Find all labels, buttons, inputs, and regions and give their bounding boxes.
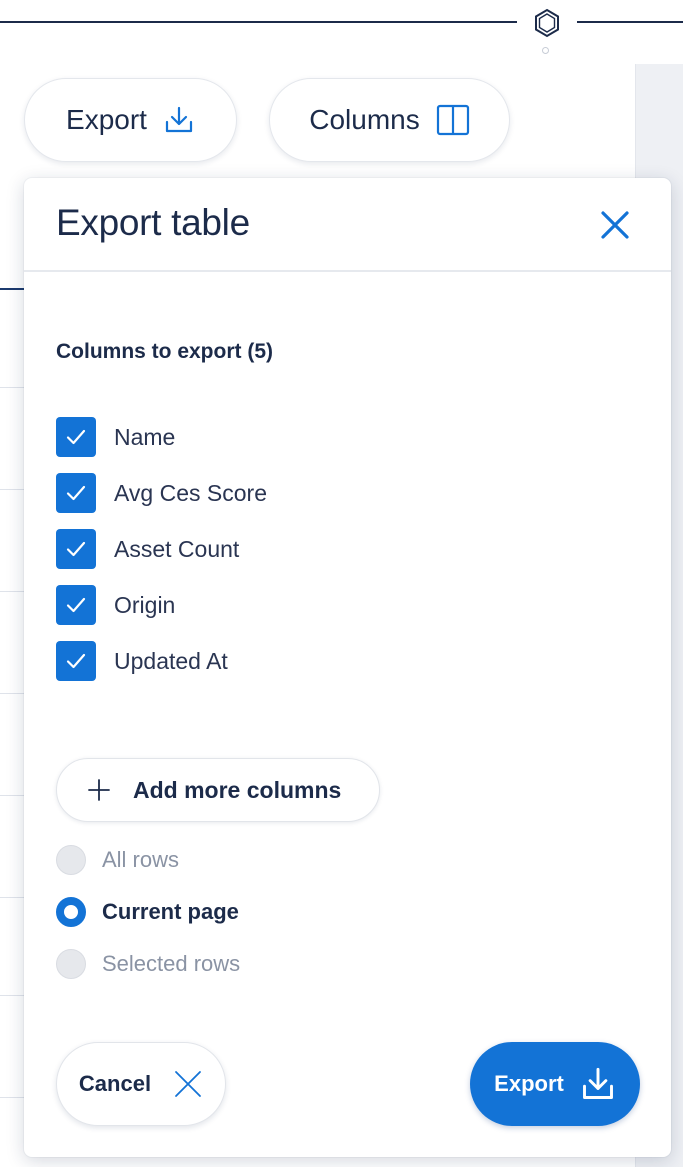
checkbox[interactable]: [56, 585, 96, 625]
download-icon: [582, 1067, 613, 1099]
radio-button[interactable]: [56, 949, 86, 979]
export-table-modal: Export table Columns to export (5) Name …: [24, 178, 671, 1157]
background-row-divider: [0, 1097, 26, 1098]
logo-indicator-dot: [542, 47, 549, 54]
checkbox[interactable]: [56, 473, 96, 513]
export-button[interactable]: Export: [470, 1042, 640, 1126]
column-option-label: Name: [114, 423, 176, 450]
column-option-label: Origin: [114, 591, 176, 618]
radio-button[interactable]: [56, 845, 86, 875]
header-divider-left: [0, 21, 517, 23]
close-icon: [175, 1071, 201, 1097]
column-option-asset-count[interactable]: Asset Count: [56, 529, 239, 569]
column-option-label: Updated At: [114, 647, 228, 674]
column-option-updated-at[interactable]: Updated At: [56, 641, 228, 681]
cancel-label: Cancel: [78, 1071, 152, 1096]
column-option-label: Asset Count: [114, 535, 240, 562]
close-icon: [601, 211, 629, 239]
checkbox[interactable]: [56, 641, 96, 681]
download-icon: [165, 106, 193, 133]
export-toolbar-label: Export: [66, 104, 147, 135]
columns-section-label: Columns to export (5): [56, 340, 274, 363]
row-option-all-rows[interactable]: All rows: [56, 845, 179, 875]
cancel-button[interactable]: Cancel: [56, 1042, 226, 1126]
modal-title: Export table: [56, 202, 250, 243]
checkbox[interactable]: [56, 417, 96, 457]
background-row-divider: [0, 995, 26, 996]
header-divider-right: [577, 21, 683, 23]
row-option-selected-rows[interactable]: Selected rows: [56, 949, 240, 979]
modal-header: Export table: [24, 178, 671, 272]
check-icon: [66, 429, 86, 445]
export-toolbar-button[interactable]: Export: [24, 78, 237, 162]
column-option-name[interactable]: Name: [56, 417, 175, 457]
close-button[interactable]: [596, 206, 634, 244]
radio-button-selected[interactable]: [56, 897, 86, 927]
columns-icon: [436, 104, 469, 136]
background-row-divider: [0, 795, 26, 796]
column-option-avg-ces-score[interactable]: Avg Ces Score: [56, 473, 267, 513]
background-row-divider: [0, 489, 26, 490]
columns-toolbar-label: Columns: [309, 104, 420, 135]
check-icon: [66, 597, 86, 613]
row-option-label: Current page: [102, 899, 239, 924]
hexagon-logo-icon: [535, 8, 559, 38]
checkbox[interactable]: [56, 529, 96, 569]
background-row-divider: [0, 693, 26, 694]
plus-icon: [88, 779, 110, 801]
background-table-header-line: [0, 288, 26, 290]
add-more-columns-button[interactable]: Add more columns: [56, 758, 380, 822]
check-icon: [66, 541, 86, 557]
background-row-divider: [0, 897, 26, 898]
background-row-divider: [0, 387, 26, 388]
row-option-label: All rows: [102, 847, 180, 872]
row-option-current-page[interactable]: Current page: [56, 897, 239, 927]
check-icon: [66, 653, 86, 669]
check-icon: [66, 485, 86, 501]
column-option-origin[interactable]: Origin: [56, 585, 175, 625]
add-more-columns-label: Add more columns: [133, 776, 342, 803]
export-label: Export: [494, 1071, 564, 1096]
background-row-divider: [0, 591, 26, 592]
column-option-label: Avg Ces Score: [114, 479, 267, 506]
columns-toolbar-button[interactable]: Columns: [269, 78, 510, 162]
row-option-label: Selected rows: [102, 951, 241, 976]
